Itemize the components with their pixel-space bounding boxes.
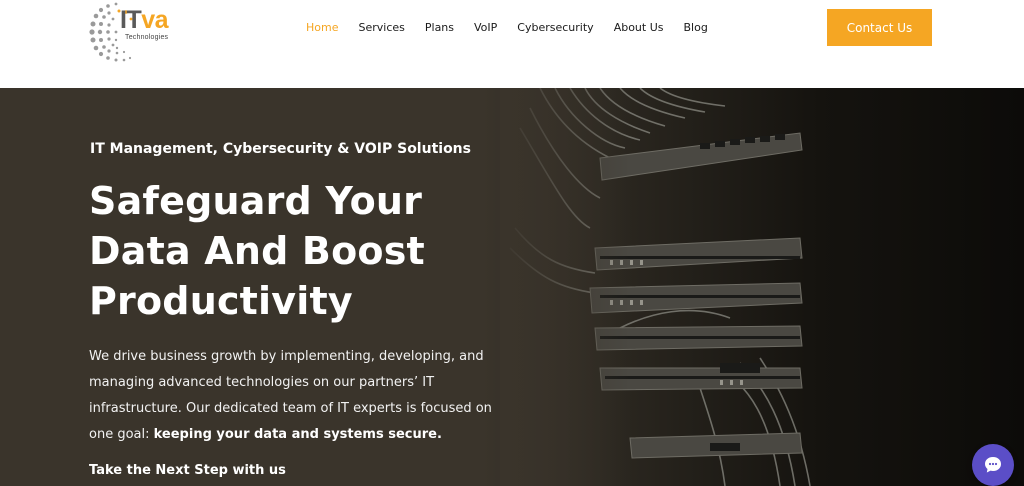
hero-description-bold: keeping your data and systems secure. xyxy=(153,427,442,442)
main-nav: Home Services Plans VoIP Cybersecurity A… xyxy=(306,20,728,36)
chat-widget-button[interactable] xyxy=(972,444,1014,486)
chat-bubble-icon xyxy=(985,457,1001,473)
hero-kicker: IT Management, Cybersecurity & VOIP Solu… xyxy=(90,141,471,157)
nav-item-home[interactable]: Home xyxy=(306,20,338,36)
hero-title-line-2: Data And Boost xyxy=(89,229,425,273)
server-rack-image xyxy=(500,88,1024,486)
brand-name: ITva xyxy=(120,6,169,34)
hero-description-line-3: infrastructure. Our dedicated team of IT… xyxy=(89,401,492,416)
nav-item-services[interactable]: Services xyxy=(358,20,404,36)
hero-description-line-4: one goal: keeping your data and systems … xyxy=(89,422,519,448)
itva-logo[interactable]: ITva Technologies xyxy=(86,2,196,64)
nav-item-voip[interactable]: VoIP xyxy=(474,20,497,36)
site-header: ITva Technologies Home Services Plans Vo… xyxy=(0,0,1024,88)
hero-section: IT Management, Cybersecurity & VOIP Solu… xyxy=(0,88,1024,486)
hero-next-step: Take the Next Step with us xyxy=(89,463,286,478)
hero-title-line-1: Safeguard Your xyxy=(89,179,423,223)
nav-item-plans[interactable]: Plans xyxy=(425,20,454,36)
hero-title-line-3: Productivity xyxy=(89,279,353,323)
hero-title: Safeguard Your Data And Boost Productivi… xyxy=(89,176,519,326)
contact-us-button[interactable]: Contact Us xyxy=(827,9,932,46)
hero-description: We drive business growth by implementing… xyxy=(89,344,519,448)
hero-description-plain: one goal: xyxy=(89,427,154,442)
nav-item-blog[interactable]: Blog xyxy=(684,20,708,36)
nav-item-cybersecurity[interactable]: Cybersecurity xyxy=(517,20,593,36)
hero-description-line-2: managing advanced technologies on our pa… xyxy=(89,375,435,390)
nav-item-about-us[interactable]: About Us xyxy=(614,20,664,36)
brand-tagline: Technologies xyxy=(125,34,169,41)
hero-description-line-1: We drive business growth by implementing… xyxy=(89,349,484,364)
